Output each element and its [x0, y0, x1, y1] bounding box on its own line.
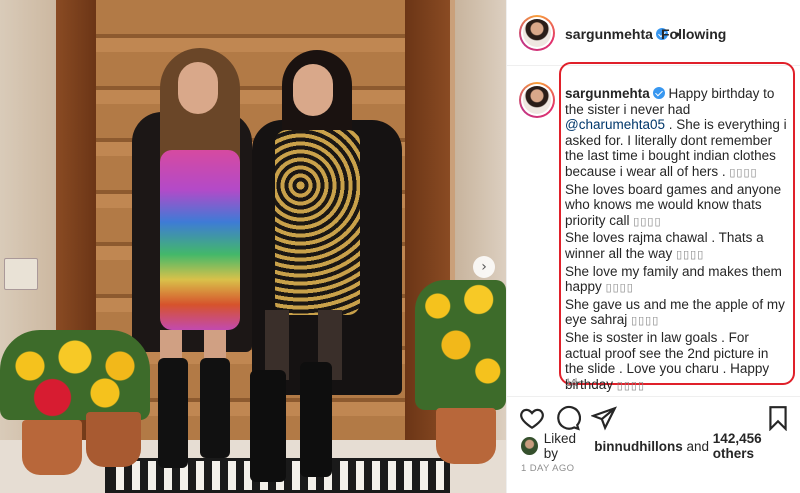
action-bar: [507, 396, 800, 436]
likes-conj: and: [686, 438, 710, 454]
comment-icon[interactable]: [555, 405, 581, 431]
light-switch: [4, 258, 38, 290]
person-left-sequin-dress: [160, 150, 240, 330]
flower-pot: [436, 408, 496, 464]
likes-summary: Liked by binnudhillons and 142,456 other…: [521, 431, 800, 461]
mention-link[interactable]: @charumehta05: [565, 117, 665, 132]
caption-time: 1d: [565, 377, 578, 389]
likes-prefix: Liked by: [543, 431, 577, 461]
post-date[interactable]: 1 DAY AGO: [521, 463, 574, 474]
share-icon[interactable]: [591, 405, 617, 431]
person-right-sequin-dress: [275, 130, 360, 315]
emoji: ▯▯▯▯: [729, 166, 758, 179]
post-caption: sargunmehta Happy birthday to the sister…: [565, 86, 787, 394]
leg: [160, 330, 182, 360]
username-link[interactable]: sargunmehta: [565, 26, 653, 42]
caption-username[interactable]: sargunmehta: [565, 86, 650, 101]
next-arrow-icon[interactable]: ›: [473, 256, 495, 278]
emoji: ▯▯▯▯: [605, 282, 634, 295]
post-side-panel: sargunmehta • Following sargunmehta Happ…: [506, 0, 800, 493]
boot: [250, 370, 286, 482]
boot: [158, 358, 188, 468]
avatar[interactable]: [521, 437, 538, 455]
emoji: ▯▯▯▯: [616, 379, 646, 392]
caption-text: She loves board games and anyone who kno…: [565, 181, 782, 228]
flower-plants-left: [0, 330, 150, 420]
heart-icon[interactable]: [519, 405, 545, 431]
boot: [300, 362, 332, 477]
liker-username[interactable]: binnudhillons: [594, 439, 682, 454]
likes-count[interactable]: 142,456 others: [713, 431, 800, 461]
emoji: ▯▯▯▯: [633, 215, 662, 228]
person-left-face: [178, 62, 218, 114]
emoji: ▯▯▯▯: [631, 315, 660, 328]
bookmark-icon[interactable]: [765, 405, 791, 431]
caption-text: She gave us and me the apple of my eye s…: [565, 296, 785, 328]
post-photo[interactable]: ›: [0, 0, 506, 493]
flower-plants-right: [415, 280, 506, 410]
avatar[interactable]: [519, 82, 555, 118]
following-button[interactable]: Following: [661, 26, 726, 42]
caption-text: She loves rajma chawal . Thats a winner …: [565, 230, 764, 261]
leg: [204, 330, 226, 360]
caption-text: She love my family and makes them happy: [565, 263, 782, 295]
post-header: sargunmehta • Following: [507, 0, 800, 66]
verified-badge-icon: [652, 87, 665, 99]
flower-pot: [22, 420, 82, 475]
avatar[interactable]: [519, 15, 555, 51]
person-right-face: [293, 64, 333, 116]
caption-text: She is soster in law goals . For actual …: [565, 329, 770, 392]
emoji: ▯▯▯▯: [676, 248, 705, 261]
boot: [200, 358, 230, 458]
flower-pot: [86, 412, 141, 467]
